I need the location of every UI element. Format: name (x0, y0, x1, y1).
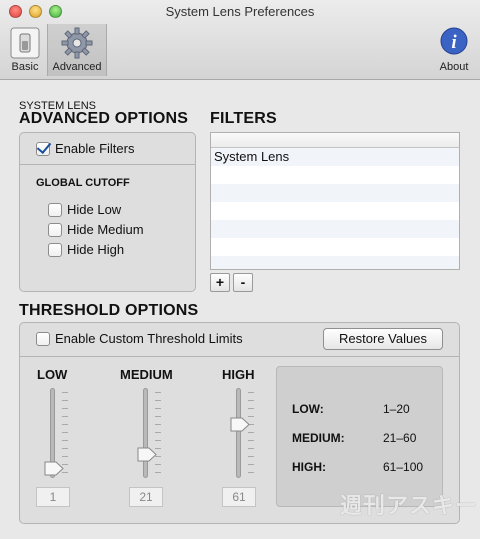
filters-table-row[interactable] (211, 184, 459, 202)
summary-low-range: 1–20 (383, 402, 410, 416)
hide-low-label: Hide Low (67, 202, 122, 217)
checkbox-box[interactable] (48, 242, 62, 257)
remove-filter-button[interactable]: - (233, 273, 253, 292)
enable-custom-threshold-checkbox[interactable]: Enable Custom Threshold Limits (36, 331, 243, 346)
hide-medium-checkbox[interactable]: Hide Medium (48, 222, 144, 237)
filters-table-row[interactable] (211, 256, 459, 269)
summary-low-label: LOW: (292, 402, 324, 416)
window-title: System Lens Preferences (165, 4, 315, 19)
filters-table-row[interactable] (211, 220, 459, 238)
enable-filters-label: Enable Filters (55, 141, 135, 156)
summary-high-range: 61–100 (383, 460, 424, 474)
filters-table-row[interactable] (211, 238, 459, 256)
info-icon-glyph: i (451, 32, 457, 53)
group-divider (20, 356, 459, 357)
toolbar-about-button[interactable]: i About (432, 24, 476, 76)
checkbox-box[interactable] (36, 331, 50, 346)
filters-table-row[interactable] (211, 166, 459, 184)
hide-high-checkbox[interactable]: Hide High (48, 242, 124, 257)
gear-icon (61, 27, 93, 59)
hide-low-checkbox[interactable]: Hide Low (48, 202, 121, 217)
medium-slider-label: MEDIUM (120, 367, 173, 382)
toolbar-about-label: About (439, 61, 469, 73)
watermark: 週刊アスキー (340, 493, 479, 518)
low-value-field[interactable]: 1 (36, 487, 70, 507)
filters-table-row[interactable]: System Lens (211, 148, 459, 166)
filters-table-body: System Lens (211, 148, 459, 269)
filters-table-row[interactable] (211, 202, 459, 220)
restore-values-button[interactable]: Restore Values (323, 328, 443, 350)
high-slider-label: HIGH (222, 367, 255, 382)
medium-value-field[interactable]: 21 (129, 487, 163, 507)
filters-table-header (211, 133, 459, 148)
enable-custom-threshold-label: Enable Custom Threshold Limits (55, 331, 243, 346)
medium-slider-track[interactable] (143, 388, 148, 478)
low-slider-thumb[interactable] (44, 461, 64, 476)
add-filter-button[interactable]: + (210, 273, 230, 292)
summary-medium-label: MEDIUM: (292, 431, 345, 445)
high-value-field[interactable]: 61 (222, 487, 256, 507)
high-slider-thumb[interactable] (230, 417, 250, 432)
high-slider-track[interactable] (236, 388, 241, 478)
medium-slider-thumb[interactable] (137, 447, 157, 462)
threshold-options-title: THRESHOLD OPTIONS (19, 302, 199, 319)
advanced-options-title: ADVANCED OPTIONS (19, 110, 189, 127)
toolbar-advanced-label: Advanced (52, 61, 102, 73)
checkbox-box[interactable] (48, 222, 62, 237)
enable-filters-checkbox[interactable]: Enable Filters (36, 141, 134, 156)
hide-medium-label: Hide Medium (67, 222, 144, 237)
hide-high-label: Hide High (67, 242, 125, 257)
filters-title: FILTERS (210, 110, 277, 127)
toolbar-advanced-tab[interactable]: Advanced (47, 24, 107, 76)
toolbar-basic-tab[interactable]: Basic (6, 24, 44, 76)
high-slider-ticks (248, 392, 254, 476)
summary-high-label: HIGH: (292, 460, 326, 474)
low-slider-label: LOW (37, 367, 68, 382)
group-divider (20, 164, 195, 165)
info-icon: i (440, 27, 468, 55)
threshold-summary-panel: LOW: 1–20 MEDIUM: 21–60 HIGH: 61–100 (276, 366, 443, 507)
toolbar-basic-label: Basic (11, 61, 39, 73)
summary-medium-range: 21–60 (383, 431, 417, 445)
global-cutoff-heading: GLOBAL CUTOFF (36, 177, 130, 189)
medium-slider-ticks (155, 392, 161, 476)
filters-table[interactable]: System Lens (210, 132, 460, 270)
light-switch-icon (10, 27, 40, 59)
window-toolbar: System Lens Preferences Basic Advanced i… (0, 0, 480, 80)
checkbox-box[interactable] (36, 141, 50, 156)
checkbox-box[interactable] (48, 202, 62, 217)
